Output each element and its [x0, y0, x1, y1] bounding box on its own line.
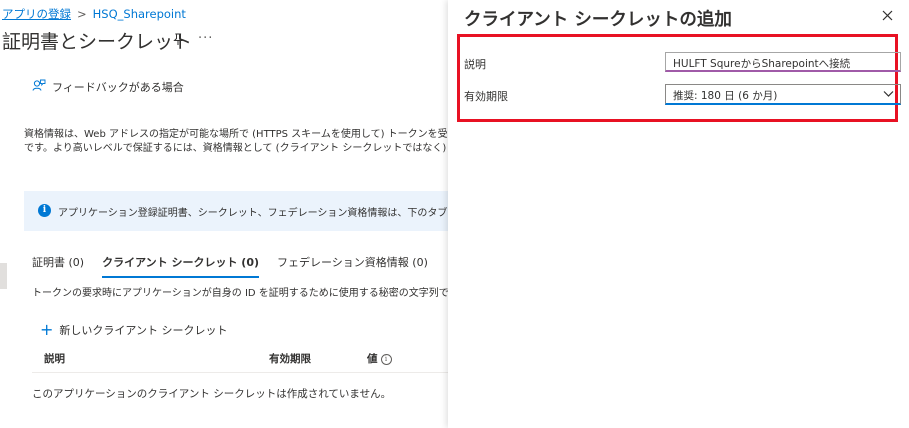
empty-table-message: このアプリケーションのクライアント シークレットは作成されていません。 — [32, 388, 392, 400]
collapsed-menu-handle[interactable] — [0, 263, 7, 289]
table-divider — [32, 372, 448, 373]
feedback-label: フィードバックがある場合 — [52, 81, 184, 94]
expires-label: 有効期限 — [464, 90, 508, 103]
chevron-down-icon — [883, 88, 894, 102]
info-icon[interactable]: i — [380, 353, 392, 365]
description-input[interactable]: HULFT SqureからSharepointへ接続 — [665, 52, 901, 72]
info-banner-text: アプリケーション登録証明書、シークレット、フェデレーション資格情報は、下のタブに… — [58, 208, 448, 219]
pin-icon[interactable] — [172, 33, 184, 50]
highlight-box — [457, 34, 898, 122]
column-header-expires: 有効期限 — [269, 353, 311, 365]
expires-select[interactable]: 推奨: 180 日 (6 か月) — [665, 84, 901, 105]
tab-client-secrets[interactable]: クライアント シークレット (0) — [102, 254, 260, 278]
feedback-link[interactable]: フィードバックがある場合 — [32, 79, 184, 95]
close-icon[interactable] — [882, 6, 893, 26]
tab-bar: 証明書 (0) クライアント シークレット (0) フェデレーション資格情報 (… — [32, 254, 446, 278]
expires-selected-value: 推奨: 180 日 (6 か月) — [673, 90, 778, 102]
panel-title: クライアント シークレットの追加 — [464, 10, 732, 30]
feedback-icon — [32, 79, 46, 95]
column-header-value-label: 値 — [367, 353, 378, 365]
column-header-value: 値i — [367, 351, 392, 366]
description-line: 資格情報は、Web アドレスの指定が可能な場所で (HTTPS スキームを使用し… — [24, 129, 448, 140]
new-client-secret-button[interactable]: + 新しいクライアント シークレット — [40, 322, 227, 338]
new-client-secret-label: 新しいクライアント シークレット — [59, 324, 228, 337]
description-label: 説明 — [464, 58, 486, 71]
info-icon: i — [38, 204, 51, 217]
breadcrumb: アプリの登録 > HSQ_Sharepoint — [2, 6, 186, 22]
more-options-button[interactable]: ··· — [198, 31, 213, 46]
tab-description: トークンの要求時にアプリケーションが自身の ID を証明するために使用する秘密の… — [32, 288, 448, 299]
plus-icon: + — [40, 320, 54, 339]
info-banner: i アプリケーション登録証明書、シークレット、フェデレーション資格情報は、下のタ… — [24, 191, 448, 231]
tab-certificates[interactable]: 証明書 (0) — [32, 254, 84, 278]
column-header-description: 説明 — [44, 353, 65, 365]
tab-federated-credentials[interactable]: フェデレーション資格情報 (0) — [277, 254, 428, 278]
breadcrumb-separator: > — [77, 7, 87, 21]
add-client-secret-panel: クライアント シークレットの追加 説明 HULFT SqureからSharepo… — [448, 0, 909, 428]
breadcrumb-app-registrations-link[interactable]: アプリの登録 — [2, 7, 71, 21]
description-line: です。より高いレベルで保証するには、資格情報として (クライアント シークレット… — [24, 142, 448, 154]
page-title: 証明書とシークレット — [2, 31, 193, 53]
breadcrumb-current[interactable]: HSQ_Sharepoint — [93, 7, 186, 21]
description-paragraph: 資格情報は、Web アドレスの指定が可能な場所で (HTTPS スキームを使用し… — [24, 128, 448, 155]
main-page: アプリの登録 > HSQ_Sharepoint 証明書とシークレット ··· フィー… — [0, 0, 448, 428]
